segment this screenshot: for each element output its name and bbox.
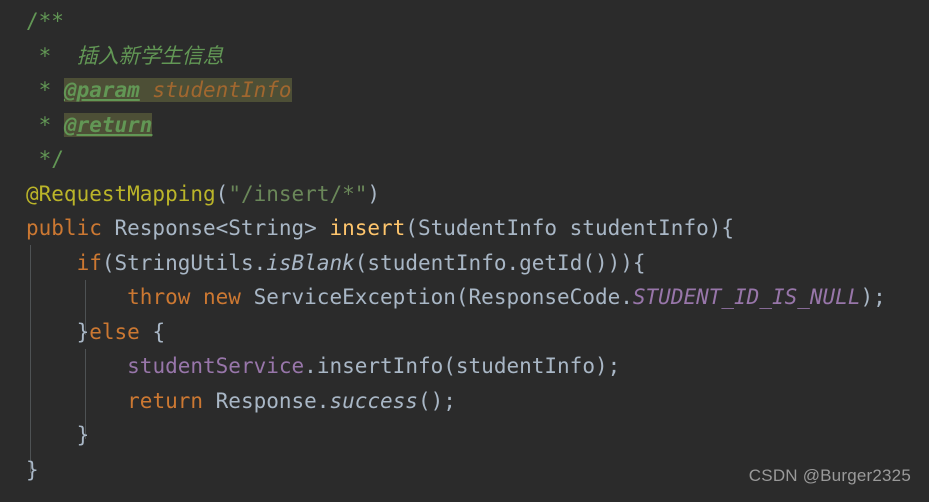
code-token-plain: Response<String>	[101, 216, 330, 240]
code-token-comment-plain: */	[26, 147, 64, 171]
code-line[interactable]: }	[0, 418, 929, 453]
code-token-field: studentService	[127, 354, 305, 378]
code-token-static: success	[329, 388, 418, 413]
code-token-plain: );	[860, 285, 886, 309]
code-token-doc-param: studentInfo	[139, 78, 292, 102]
code-token-doc-tag: @param	[63, 78, 140, 102]
code-token-plain: ();	[417, 388, 456, 413]
code-token-plain: }	[26, 457, 39, 482]
code-token-plain: )	[367, 181, 381, 206]
code-line[interactable]: @RequestMapping("/insert/*")	[0, 177, 929, 212]
code-token-plain: (	[215, 181, 229, 206]
code-lines-container[interactable]: /** * 插入新学生信息 * @param studentInfo * @re…	[0, 4, 929, 487]
csdn-watermark: CSDN @Burger2325	[748, 465, 911, 485]
code-line[interactable]: throw new ServiceException(ResponseCode.…	[0, 280, 929, 315]
code-token-keyword: if	[76, 250, 102, 275]
code-line[interactable]: */	[0, 142, 929, 177]
code-line[interactable]: if(StringUtils.isBlank(studentInfo.getId…	[0, 246, 929, 281]
code-token-comment-plain: *	[26, 112, 64, 137]
code-token-keyword: return	[127, 388, 204, 413]
code-token-plain: }	[26, 319, 90, 344]
code-token-plain: {	[139, 319, 166, 344]
code-line[interactable]: * @return	[0, 108, 929, 143]
code-token-plain: (StringUtils.	[101, 250, 267, 275]
code-token-plain: Response.	[203, 388, 330, 413]
code-token-keyword: else	[89, 319, 140, 344]
code-token-comment: 插入新学生信息	[63, 43, 224, 68]
code-token-keyword: public	[26, 216, 102, 240]
code-token-comment-plain: *	[26, 43, 64, 68]
code-line[interactable]: * 插入新学生信息	[0, 39, 929, 74]
code-token-annot: @RequestMapping	[26, 181, 216, 206]
code-token-plain: (studentInfo.getId())){	[354, 250, 646, 275]
code-line[interactable]: return Response.success();	[0, 384, 929, 419]
code-line[interactable]: }else {	[0, 315, 929, 350]
code-token-comment-plain: *	[26, 78, 64, 102]
code-token-plain: .insertInfo(studentInfo);	[304, 354, 621, 378]
code-token-method: insert	[329, 216, 406, 240]
code-token-keyword: throw new	[127, 285, 241, 309]
code-line[interactable]: public Response<String> insert(StudentIn…	[0, 211, 929, 246]
code-line[interactable]: studentService.insertInfo(studentInfo);	[0, 349, 929, 384]
code-token-doc-tag: @return	[63, 112, 153, 137]
code-token-string: "/insert/*"	[228, 181, 368, 206]
code-line[interactable]: /**	[0, 4, 929, 39]
code-token-comment-plain: /**	[26, 9, 64, 33]
code-editor[interactable]: /** * 插入新学生信息 * @param studentInfo * @re…	[0, 0, 929, 502]
code-token-plain: }	[26, 423, 90, 447]
code-token-static: isBlank	[266, 250, 355, 275]
code-line[interactable]: * @param studentInfo	[0, 73, 929, 108]
code-token-plain: ServiceException(ResponseCode.	[240, 285, 633, 309]
code-token-plain: (StudentInfo studentInfo){	[405, 216, 735, 240]
code-token-const: STUDENT_ID_IS_NULL	[632, 285, 861, 309]
